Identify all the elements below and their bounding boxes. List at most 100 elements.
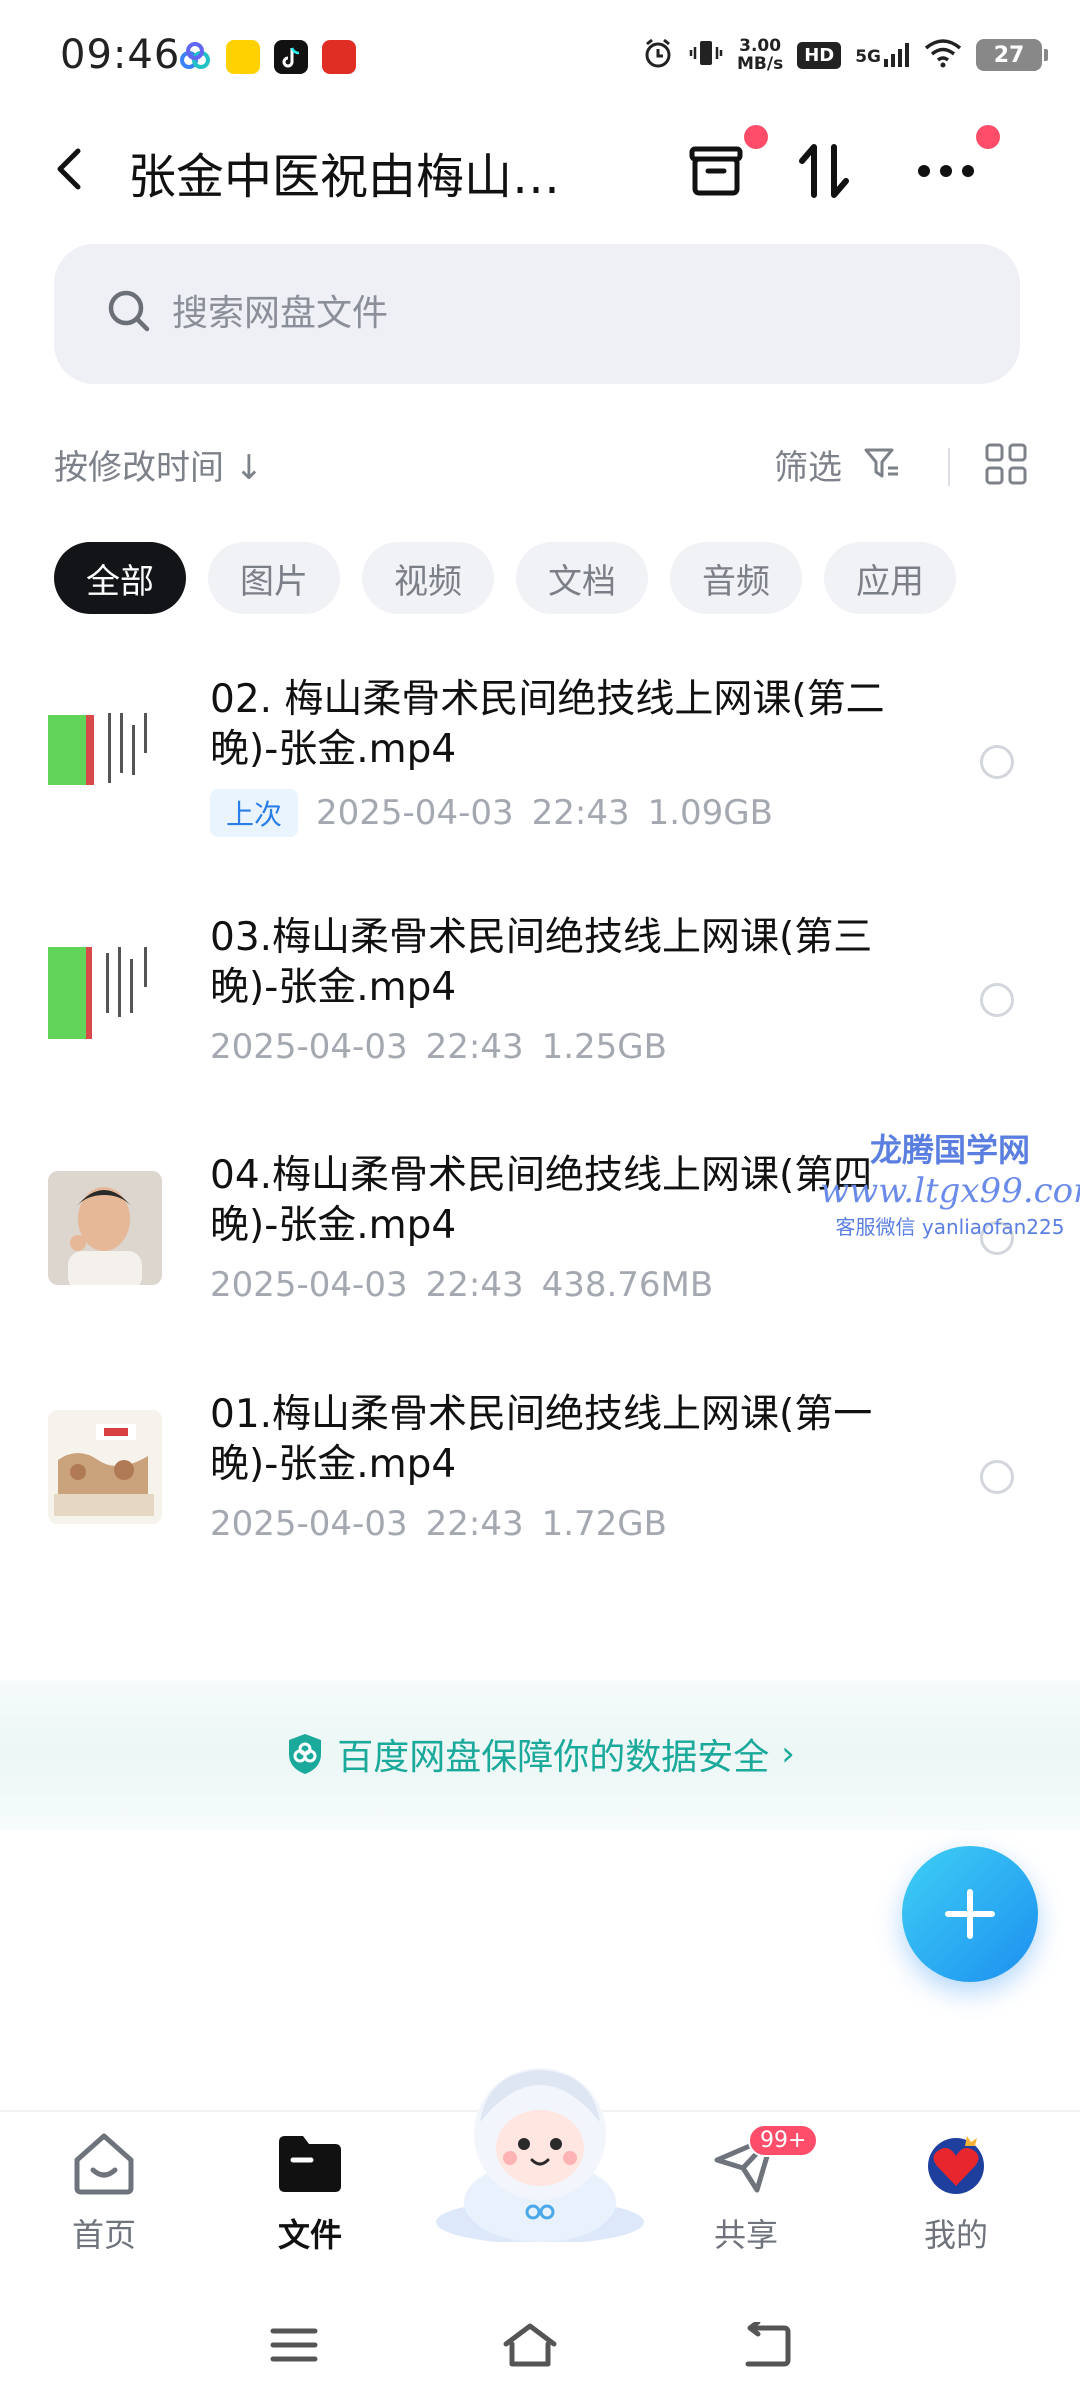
cell-signal-icon: 5G bbox=[855, 43, 910, 67]
back-nav-button[interactable] bbox=[726, 2310, 806, 2380]
box-icon bbox=[689, 146, 743, 196]
video-thumbnail bbox=[48, 1171, 162, 1285]
file-size: 1.25GB bbox=[541, 1027, 667, 1067]
tab-documents[interactable]: 文档 bbox=[516, 542, 648, 614]
search-icon bbox=[108, 290, 150, 332]
tab-apps[interactable]: 应用 bbox=[824, 542, 956, 614]
avatar-heart-icon bbox=[928, 2136, 984, 2194]
back-button[interactable] bbox=[46, 139, 96, 199]
baidu-netdisk-icon bbox=[178, 40, 212, 74]
file-size: 1.72GB bbox=[541, 1504, 667, 1544]
tab-videos[interactable]: 视频 bbox=[362, 542, 494, 614]
menu-icon bbox=[270, 2328, 318, 2362]
file-time: 22:43 bbox=[425, 1265, 524, 1305]
select-radio[interactable] bbox=[980, 745, 1014, 779]
tab-audio[interactable]: 音频 bbox=[670, 542, 802, 614]
net-speed-value: 3.00 bbox=[739, 36, 782, 56]
file-date: 2025-04-03 bbox=[210, 1265, 408, 1305]
sort-toggle-button[interactable] bbox=[784, 131, 864, 211]
assistant-mascot-button[interactable] bbox=[432, 2052, 648, 2244]
more-dots-icon bbox=[918, 165, 974, 177]
select-radio[interactable] bbox=[980, 1460, 1014, 1494]
meituan-icon bbox=[226, 40, 260, 74]
file-date: 2025-04-03 bbox=[210, 1027, 408, 1067]
file-time: 22:43 bbox=[425, 1027, 524, 1067]
network-type: 5G bbox=[855, 47, 881, 67]
filter-icon[interactable] bbox=[862, 444, 902, 484]
video-thumbnail bbox=[48, 695, 162, 809]
file-meta: 2025-04-03 22:43 1.25GB bbox=[210, 1027, 667, 1067]
file-size: 1.09GB bbox=[647, 793, 773, 833]
file-time: 22:43 bbox=[425, 1504, 524, 1544]
nav-files-label: 文件 bbox=[277, 2216, 342, 2254]
file-date: 2025-04-03 bbox=[316, 793, 514, 833]
nav-files[interactable]: 文件 bbox=[240, 2130, 380, 2256]
nav-home-label: 首页 bbox=[71, 2216, 136, 2254]
nav-mine-label: 我的 bbox=[923, 2216, 988, 2254]
video-thumbnail bbox=[48, 933, 162, 1047]
file-row[interactable]: 02. 梅山柔骨术民间绝技线上网课(第二晚)-张金.mp4 上次 2025-04… bbox=[0, 675, 1080, 895]
divider bbox=[948, 448, 950, 486]
watermark-site-name: 龙腾国学网 bbox=[869, 1131, 1030, 1169]
file-name: 02. 梅山柔骨术民间绝技线上网课(第二晚)-张金.mp4 bbox=[210, 677, 885, 772]
plus-icon bbox=[945, 1889, 995, 1939]
search-input[interactable] bbox=[172, 280, 952, 346]
status-time: 09:46 bbox=[60, 32, 181, 78]
sort-by-modified-time[interactable]: 按修改时间 ↓ bbox=[54, 440, 263, 489]
add-button[interactable] bbox=[902, 1846, 1038, 1982]
tiktok-icon bbox=[274, 40, 308, 74]
sort-arrows-icon bbox=[799, 144, 849, 198]
tab-all[interactable]: 全部 bbox=[54, 542, 186, 614]
nav-share[interactable]: 99+ 共享 bbox=[676, 2124, 819, 2256]
net-speed-unit: MB/s bbox=[736, 54, 784, 74]
watermark: 龙腾国学网 www.ltgx99.com 客服微信 yanliaofan225 bbox=[820, 1125, 1080, 1240]
sort-filter-row: 按修改时间 ↓ 筛选 bbox=[0, 430, 1080, 500]
file-name: 01.梅山柔骨术民间绝技线上网课(第一晚)-张金.mp4 bbox=[210, 1392, 873, 1487]
notification-dot bbox=[976, 125, 1000, 149]
security-text: 百度网盘保障你的数据安全 bbox=[337, 1737, 770, 1778]
watermark-contact: 客服微信 yanliaofan225 bbox=[835, 1215, 1065, 1239]
more-button[interactable] bbox=[906, 125, 1000, 211]
vibrate-icon bbox=[689, 36, 723, 74]
page-title: 张金中医祝由梅山… bbox=[128, 149, 561, 205]
system-navigation-bar bbox=[0, 2290, 1080, 2400]
file-name: 03.梅山柔骨术民间绝技线上网课(第三晚)-张金.mp4 bbox=[210, 915, 873, 1010]
file-row[interactable]: 01.梅山柔骨术民间绝技线上网课(第一晚)-张金.mp4 2025-04-03 … bbox=[0, 1390, 1080, 1610]
select-radio[interactable] bbox=[980, 983, 1014, 1017]
folder-icon bbox=[279, 2136, 341, 2192]
wifi-icon bbox=[924, 38, 962, 72]
status-bar: 09:46 3.00 MB/s HD 5G 27 bbox=[0, 0, 1080, 115]
home-icon bbox=[74, 2133, 134, 2195]
grid-view-icon[interactable] bbox=[984, 442, 1028, 486]
category-tabs: 全部 图片 视频 文档 音频 应用 bbox=[54, 542, 956, 616]
last-viewed-badge: 上次 bbox=[210, 789, 299, 837]
share-badge: 99+ bbox=[748, 2124, 819, 2157]
home-nav-button[interactable] bbox=[490, 2310, 570, 2380]
file-date: 2025-04-03 bbox=[210, 1504, 408, 1544]
transfer-list-button[interactable] bbox=[676, 125, 768, 211]
nav-share-label: 共享 bbox=[713, 2216, 778, 2254]
shield-icon bbox=[289, 1734, 322, 1774]
security-banner[interactable]: 百度网盘保障你的数据安全 › bbox=[0, 1680, 1080, 1830]
battery-indicator: 27 bbox=[976, 39, 1048, 71]
nav-mine[interactable]: 我的 bbox=[886, 2130, 1026, 2256]
file-size: 438.76MB bbox=[541, 1265, 714, 1305]
house-outline-icon bbox=[503, 2323, 557, 2367]
network-speed: 3.00 MB/s bbox=[737, 37, 783, 73]
file-row[interactable]: 03.梅山柔骨术民间绝技线上网课(第三晚)-张金.mp4 2025-04-03 … bbox=[0, 913, 1080, 1133]
back-arrow-icon bbox=[57, 148, 81, 190]
file-meta: 2025-04-03 22:43 438.76MB bbox=[210, 1265, 713, 1305]
mascot-icon bbox=[436, 2068, 644, 2244]
search-bar[interactable] bbox=[54, 244, 1020, 384]
alarm-icon bbox=[641, 36, 675, 74]
recent-apps-button[interactable] bbox=[254, 2310, 334, 2380]
notification-dot bbox=[744, 125, 768, 149]
watermark-url: www.ltgx99.com bbox=[820, 1171, 1080, 1211]
file-meta: 2025-04-03 22:43 1.72GB bbox=[210, 1504, 667, 1544]
status-app-icons bbox=[178, 40, 356, 74]
pinduoduo-icon bbox=[322, 40, 356, 74]
nav-home[interactable]: 首页 bbox=[34, 2130, 174, 2256]
filter-label[interactable]: 筛选 bbox=[774, 440, 842, 489]
tab-images[interactable]: 图片 bbox=[208, 542, 340, 614]
file-time: 22:43 bbox=[531, 793, 630, 833]
